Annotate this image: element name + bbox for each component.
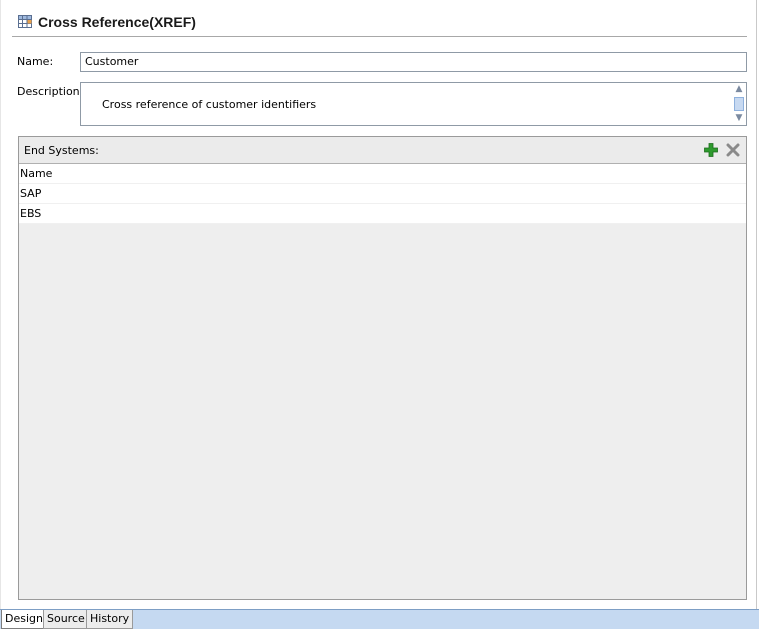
description-field[interactable]: Cross reference of customer identifiers … xyxy=(80,82,747,126)
xref-editor: Cross Reference(XREF) Name: Customer Des… xyxy=(0,0,757,609)
editor-tab-bar: Design Source History xyxy=(0,609,759,629)
tab-design[interactable]: Design xyxy=(1,610,47,629)
end-systems-header: End Systems: xyxy=(19,137,746,164)
table-empty-area xyxy=(19,224,746,599)
tab-history[interactable]: History xyxy=(86,610,134,629)
add-end-system-button[interactable] xyxy=(703,142,719,158)
header-divider xyxy=(12,36,747,37)
name-label: Name: xyxy=(17,55,54,68)
tab-source[interactable]: Source xyxy=(43,610,89,629)
delete-end-system-button[interactable] xyxy=(725,142,741,158)
scroll-down-icon[interactable]: ▼ xyxy=(734,114,744,123)
end-systems-panel: End Systems: Name SAP EBS xyxy=(18,136,747,600)
table-row[interactable]: EBS xyxy=(19,204,746,224)
table-row[interactable]: SAP xyxy=(19,184,746,204)
scroll-up-icon[interactable]: ▲ xyxy=(734,85,744,94)
delete-x-icon xyxy=(726,143,740,157)
table-icon xyxy=(17,13,33,32)
page-title: Cross Reference(XREF) xyxy=(38,14,196,30)
description-label: Description: xyxy=(17,85,84,98)
name-field[interactable]: Customer xyxy=(80,52,747,72)
scroll-thumb[interactable] xyxy=(734,97,744,111)
end-systems-label: End Systems: xyxy=(24,144,99,157)
add-plus-icon xyxy=(704,143,718,157)
description-text: Cross reference of customer identifiers xyxy=(102,98,317,111)
description-scrollbar[interactable]: ▲ ▼ xyxy=(732,83,746,125)
editor-header: Cross Reference(XREF) xyxy=(17,12,196,32)
end-systems-table: Name SAP EBS xyxy=(19,164,746,224)
column-header-name[interactable]: Name xyxy=(19,164,746,184)
